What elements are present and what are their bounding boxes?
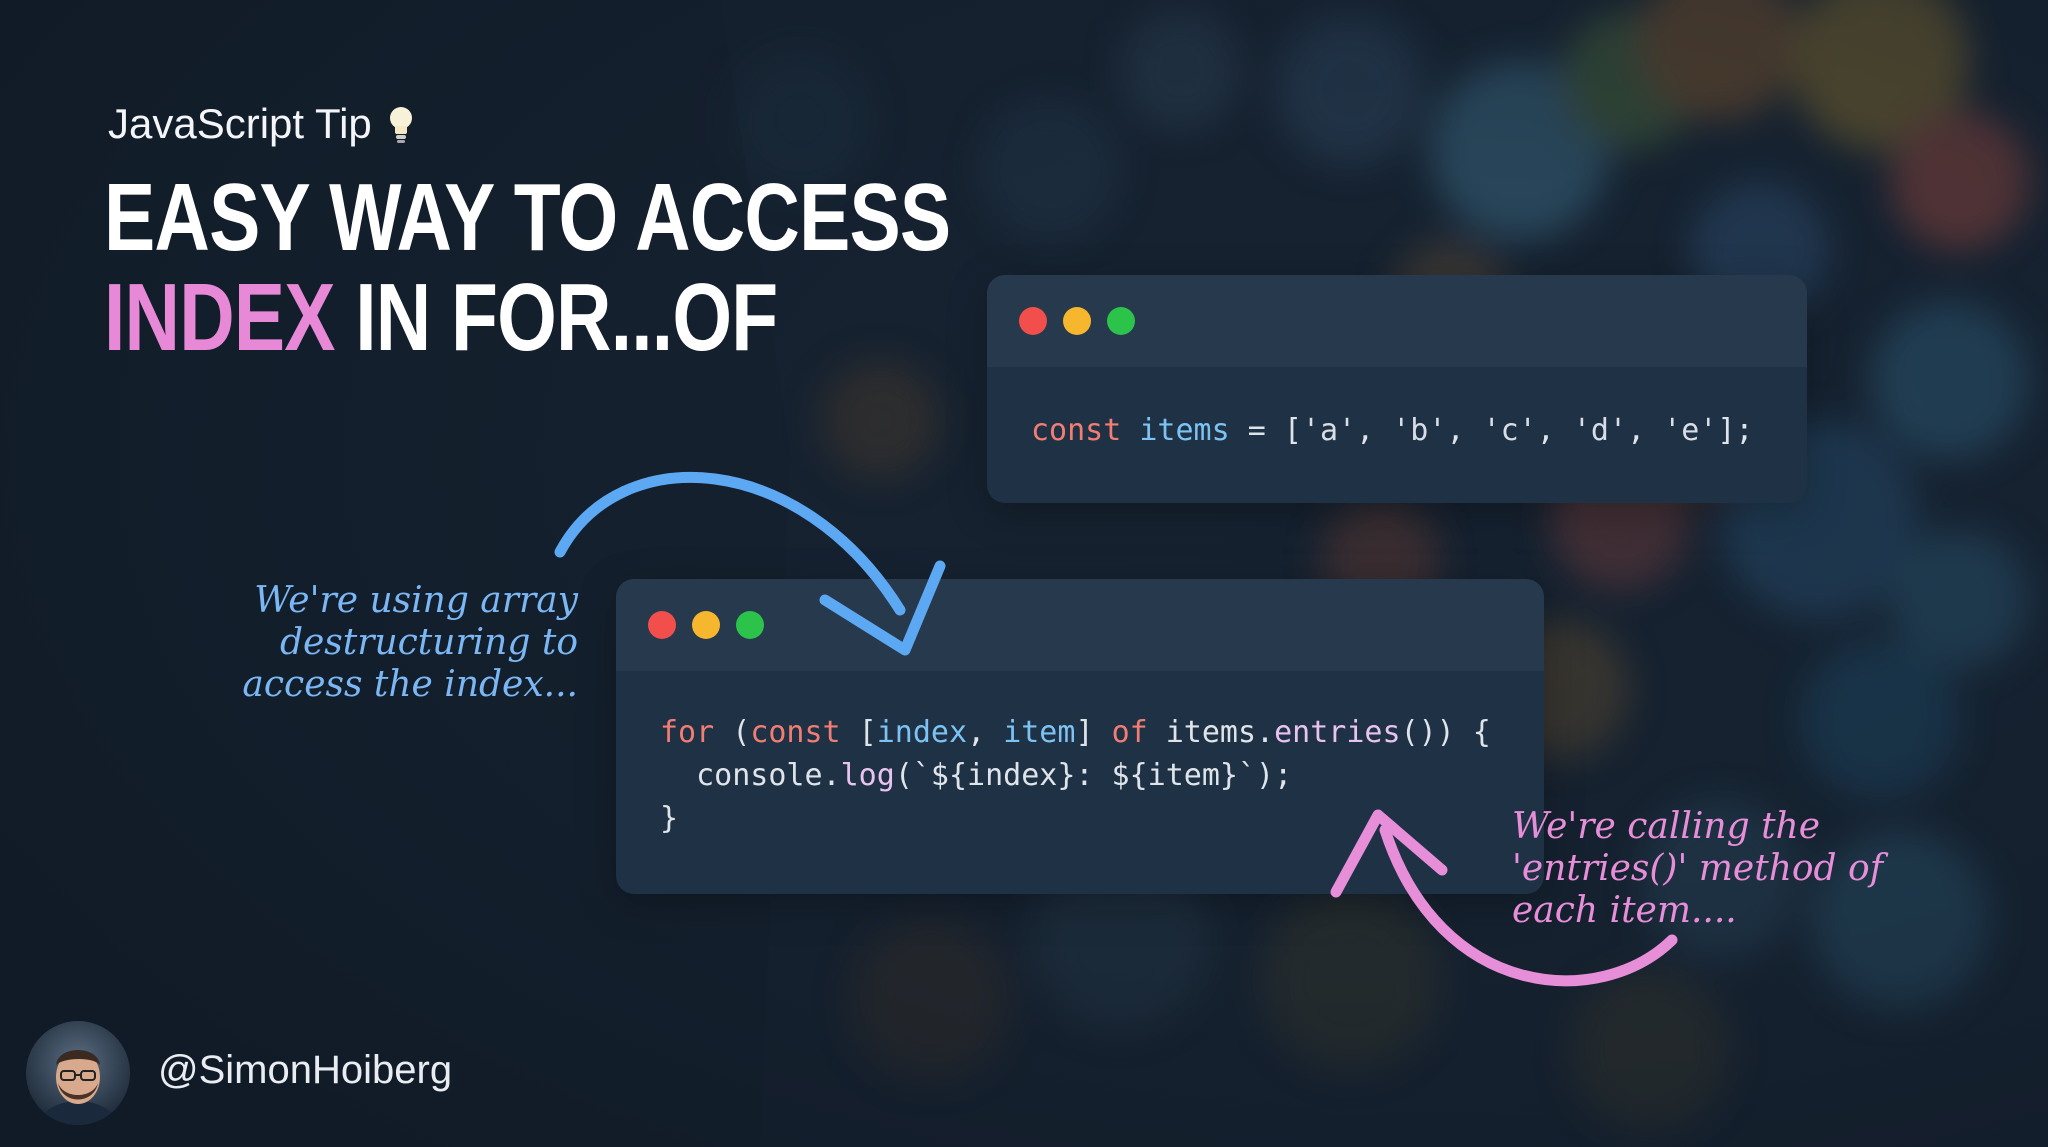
code-token: , [967, 715, 1004, 750]
eyebrow-text: JavaScript Tip [108, 100, 372, 147]
code-token: console. [660, 758, 841, 793]
lightbulb-icon [389, 107, 412, 143]
code-token: index [876, 715, 968, 750]
code-token: entries [1274, 715, 1401, 750]
code-token: ( [714, 715, 751, 750]
code-token: ()) { [1400, 715, 1491, 750]
code-token: items. [1147, 715, 1275, 750]
avatar[interactable] [26, 1021, 130, 1125]
code-block: for (const [index, item] of items.entrie… [616, 671, 1544, 840]
code-window-items: const items = ['a', 'b', 'c', 'd', 'e']; [987, 275, 1807, 503]
title-line-1: EASY WAY TO ACCESS [104, 164, 951, 271]
window-titlebar [987, 275, 1807, 367]
page-title: EASY WAY TO ACCESS INDEX IN FOR...OF [104, 164, 951, 368]
annotation-right: We're calling the 'entries()' method of … [1512, 806, 1884, 931]
code-token: items [1139, 413, 1230, 448]
code-token: ] [1075, 715, 1112, 750]
annotation-left: We're using array destructuring to acces… [242, 580, 578, 705]
code-token: of [1111, 715, 1148, 750]
title-line-2: INDEX IN FOR...OF [104, 268, 950, 368]
window-titlebar [616, 579, 1544, 671]
code-line: } [660, 797, 1544, 840]
code-line: const items = ['a', 'b', 'c', 'd', 'e']; [1031, 409, 1807, 452]
code-token: 'b' [1392, 413, 1447, 448]
code-line: console.log(`${index}: ${item}`); [660, 754, 1544, 797]
code-token: const [1031, 413, 1122, 448]
minimize-dot-icon [692, 611, 720, 639]
code-token: } [660, 801, 679, 836]
code-token: [ [840, 715, 877, 750]
eyebrow: JavaScript Tip [108, 100, 416, 148]
maximize-dot-icon [1107, 307, 1135, 335]
code-line: for (const [index, item] of items.entrie… [660, 711, 1544, 754]
code-token: for [660, 715, 715, 750]
code-token: , [1627, 413, 1664, 448]
code-token: , [1356, 413, 1393, 448]
code-window-for-of: for (const [index, item] of items.entrie… [616, 579, 1544, 894]
code-token: 'a' [1301, 413, 1357, 448]
code-token: const [750, 715, 841, 750]
code-token: log [840, 758, 895, 793]
maximize-dot-icon [736, 611, 764, 639]
title-line-2-rest: IN FOR...OF [355, 264, 778, 371]
code-token: , [1446, 413, 1483, 448]
code-token: ]; [1717, 413, 1754, 448]
close-dot-icon [1019, 307, 1047, 335]
title-highlight: INDEX [104, 264, 336, 371]
code-token: (`${index}: ${item}`); [894, 758, 1293, 793]
code-token: 'd' [1572, 413, 1628, 448]
code-block: const items = ['a', 'b', 'c', 'd', 'e']; [987, 367, 1807, 452]
code-token: item [1003, 715, 1076, 750]
code-token: 'e' [1663, 413, 1718, 448]
code-token: 'c' [1482, 413, 1537, 448]
author-handle[interactable]: @SimonHoiberg [158, 1048, 452, 1093]
minimize-dot-icon [1063, 307, 1091, 335]
code-token: = [ [1229, 413, 1302, 448]
close-dot-icon [648, 611, 676, 639]
code-token: , [1536, 413, 1573, 448]
